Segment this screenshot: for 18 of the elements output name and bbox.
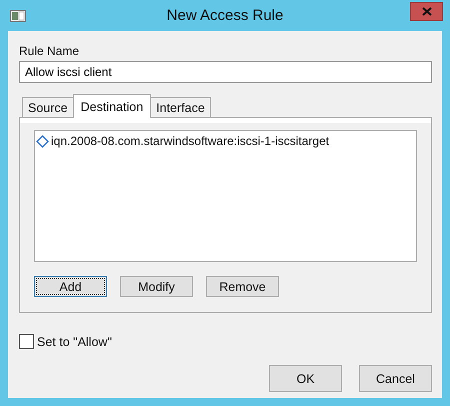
window-title: New Access Rule <box>166 7 284 24</box>
rule-name-field[interactable]: Allow iscsi client <box>19 61 432 83</box>
tab[interactable]: Destination <box>72 94 152 118</box>
tab[interactable]: Source <box>22 97 74 118</box>
dialog-button[interactable]: Cancel <box>359 365 432 392</box>
list-action-button[interactable]: Remove <box>206 276 279 297</box>
close-button[interactable] <box>410 2 443 21</box>
checkbox-label: Set to "Allow" <box>37 334 112 348</box>
list-action-button[interactable]: Modify <box>120 276 193 297</box>
list-item-text: iqn.2008-08.com.starwindsoftware:iscsi-1-iscsitarget <box>51 134 330 148</box>
window-icon <box>10 10 26 22</box>
list-item[interactable]: iqn.2008-08.com.starwindsoftware:iscsi-1-iscsitarget <box>36 133 415 149</box>
checkbox[interactable] <box>19 334 34 349</box>
close-icon <box>422 7 432 16</box>
dialog-button[interactable]: OK <box>269 365 342 392</box>
rule-name-label: Rule Name <box>19 43 80 59</box>
list-action-button[interactable]: Add <box>34 276 107 297</box>
tab[interactable]: Interface <box>150 97 211 118</box>
